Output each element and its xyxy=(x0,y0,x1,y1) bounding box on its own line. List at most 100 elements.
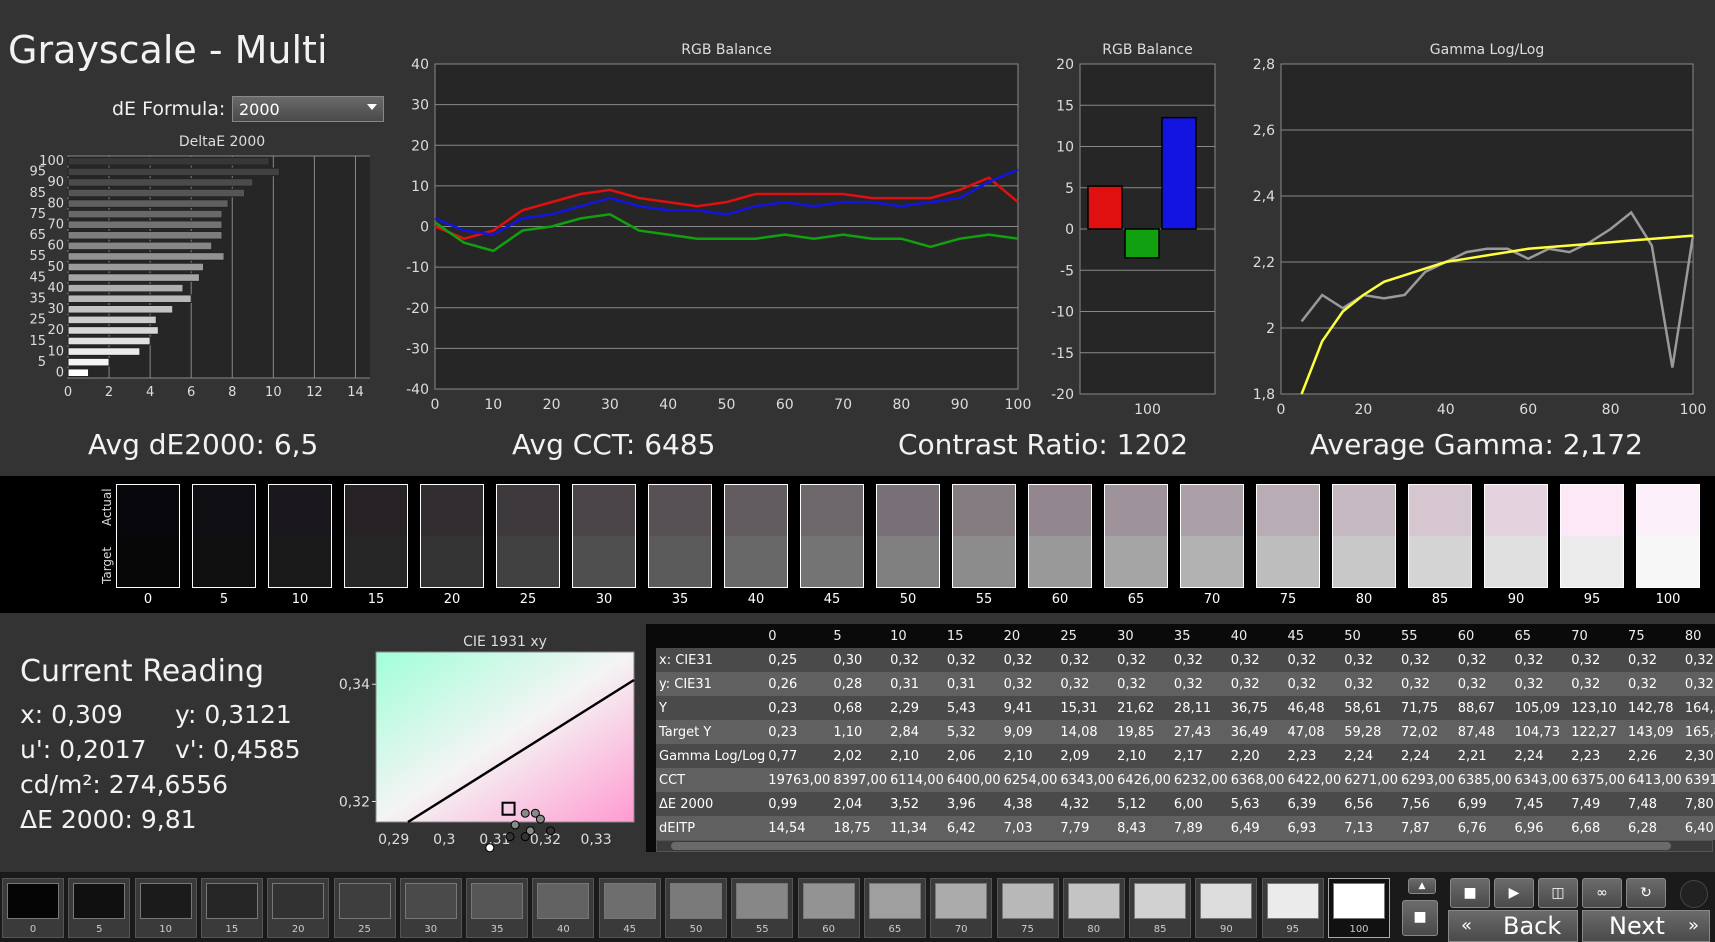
stop-big-button[interactable]: ■ xyxy=(1402,900,1438,936)
color-patch xyxy=(1408,484,1472,588)
loop-button[interactable]: ∞ xyxy=(1582,878,1622,908)
swatch-button[interactable]: 90 xyxy=(1195,878,1258,938)
swatch-label: 20 xyxy=(291,924,305,935)
table-cell: 6,96 xyxy=(1511,816,1569,840)
swatch-button[interactable]: 35 xyxy=(466,878,529,938)
swatch-button[interactable]: 15 xyxy=(200,878,263,938)
color-patch xyxy=(952,484,1016,588)
color-patch xyxy=(572,484,636,588)
swatch-color xyxy=(537,883,590,919)
bar xyxy=(1161,116,1197,230)
swatch-button[interactable]: 55 xyxy=(731,878,794,938)
bar xyxy=(67,157,270,166)
table-cell: 2,04 xyxy=(830,792,888,816)
plot-area xyxy=(375,651,635,823)
x-tick-label: 0,31 xyxy=(479,832,510,848)
color-patch xyxy=(1484,484,1548,588)
color-patch xyxy=(1332,484,1396,588)
plot-area xyxy=(1280,63,1694,395)
swatch-button[interactable]: 85 xyxy=(1129,878,1192,938)
y-tick-label: 5 xyxy=(38,355,46,370)
table-cell: 6385,00 xyxy=(1454,768,1512,792)
table-cell: 6,56 xyxy=(1341,792,1398,816)
scroll-up-button[interactable]: ▲ xyxy=(1408,878,1436,894)
swatch-color xyxy=(1200,883,1253,919)
swatch-button[interactable]: 75 xyxy=(996,878,1059,938)
patch-label: 50 xyxy=(899,592,917,607)
swatch-button[interactable]: 65 xyxy=(863,878,926,938)
swatch-button[interactable]: 40 xyxy=(532,878,595,938)
refresh-button[interactable]: ↻ xyxy=(1626,878,1666,908)
swatch-button[interactable]: 5 xyxy=(68,878,131,938)
swatch-button[interactable]: 80 xyxy=(1062,878,1125,938)
patch-label: 70 xyxy=(1203,592,1221,607)
y-tick-label: 85 xyxy=(29,186,46,201)
column-header: 60 xyxy=(1454,624,1512,648)
row-label: Y xyxy=(656,696,766,720)
reading-u: u': 0,2017 xyxy=(20,735,147,764)
patch-target xyxy=(1409,536,1471,587)
swatch-button[interactable]: 60 xyxy=(797,878,860,938)
table-cell: 2,26 xyxy=(1625,744,1682,768)
deltae-chart: DeltaE 2000 0 2 4 6 8 10 12 14 10 0 959085807570656… xyxy=(29,134,370,400)
play-button[interactable]: ▶ xyxy=(1494,878,1534,908)
table-cell: 19763,00 xyxy=(765,768,831,792)
y-tick-label: 20 xyxy=(1056,57,1074,73)
bar xyxy=(1087,185,1123,230)
table-cell: 6,99 xyxy=(1454,792,1512,816)
swatch-button[interactable]: 45 xyxy=(598,878,661,938)
swatch-button[interactable]: 70 xyxy=(930,878,993,938)
patch-actual xyxy=(269,485,331,536)
patch-target xyxy=(269,536,331,587)
table-scrollbar[interactable] xyxy=(656,840,1713,852)
back-button[interactable]: « Back xyxy=(1448,910,1578,942)
x-tick-label: 0 xyxy=(431,397,440,413)
y-tick-label: 90 xyxy=(47,175,64,190)
x-tick-label: 100 xyxy=(1005,397,1032,413)
table-cell: 6426,00 xyxy=(1114,768,1171,792)
swatch-color xyxy=(1134,883,1187,919)
swatch-label: 100 xyxy=(1349,924,1369,935)
patch-actual xyxy=(877,485,939,536)
measurement-point xyxy=(505,832,515,842)
swatch-button[interactable]: 30 xyxy=(399,878,462,938)
column-header: 80 xyxy=(1681,624,1715,648)
swatch-button[interactable]: 50 xyxy=(665,878,727,938)
next-button[interactable]: Next » xyxy=(1582,910,1710,942)
data-table: 0510152025303540455055606570758085x: CIE… xyxy=(656,624,1715,840)
y-tick-label: 0,32 xyxy=(339,794,370,810)
patch-actual xyxy=(1029,485,1091,536)
scrollbar-thumb[interactable] xyxy=(671,842,1671,850)
table-cell: 2,24 xyxy=(1341,744,1398,768)
table-cell: 0,32 xyxy=(1000,648,1058,672)
stop-button[interactable]: ■ xyxy=(1450,878,1490,908)
table-cell: 2,23 xyxy=(1284,744,1342,768)
patch-target xyxy=(953,536,1015,587)
record-button[interactable]: ◫ xyxy=(1538,878,1578,908)
formula-select[interactable]: 2000 xyxy=(232,96,384,122)
swatch-button[interactable]: 95 xyxy=(1261,878,1324,938)
x-tick-label: 20 xyxy=(1354,402,1372,418)
swatch-color xyxy=(471,883,524,919)
table-cell: 2,84 xyxy=(887,720,944,744)
x-tick-label: 4 xyxy=(146,385,154,400)
bar xyxy=(67,220,223,230)
swatch-button[interactable]: 100 xyxy=(1328,878,1390,938)
record-icon: ◫ xyxy=(1551,885,1565,901)
swatch-button[interactable]: 20 xyxy=(267,878,330,938)
swatch-button[interactable]: 25 xyxy=(333,878,396,938)
table-cell: 5,32 xyxy=(943,720,1001,744)
formula-value: 2000 xyxy=(239,100,280,119)
swatch-button[interactable]: 10 xyxy=(134,878,197,938)
row-label: x: CIE31 xyxy=(656,648,766,672)
patch-label: 100 xyxy=(1655,592,1681,607)
table-cell: 18,75 xyxy=(830,816,888,840)
table-cell: 3,96 xyxy=(943,792,1001,816)
table-cell: 0,26 xyxy=(765,672,831,696)
x-tick-label: 70 xyxy=(834,397,852,413)
patch-actual xyxy=(1181,485,1243,536)
y-tick-label: 10 xyxy=(47,344,64,359)
swatch-button[interactable]: 0 xyxy=(2,878,64,938)
table-cell: 2,09 xyxy=(1057,744,1115,768)
x-tick-label: 0 xyxy=(64,385,72,400)
